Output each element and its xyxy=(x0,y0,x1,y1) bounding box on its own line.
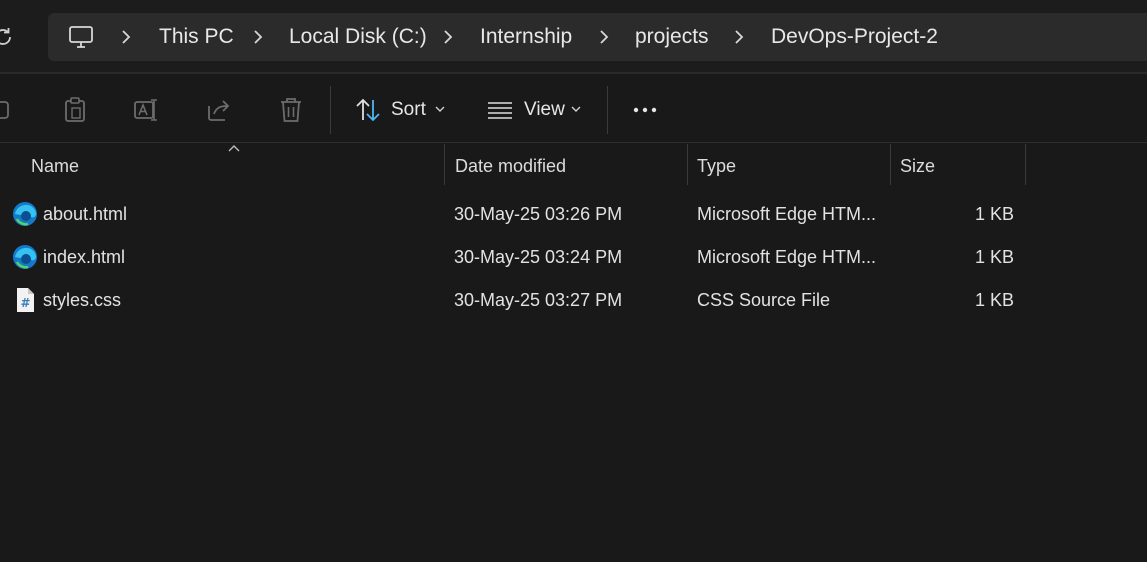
file-size: 1 KB xyxy=(974,204,1014,224)
toolbar-separator xyxy=(330,86,331,134)
more-options-icon[interactable] xyxy=(631,96,659,124)
chevron-right-icon[interactable] xyxy=(442,29,454,45)
rename-icon[interactable] xyxy=(133,96,161,124)
column-divider[interactable] xyxy=(1025,144,1026,185)
file-row[interactable]: # styles.css 30-May-25 03:27 PM CSS Sour… xyxy=(0,280,1147,320)
sort-ascending-icon xyxy=(228,145,240,152)
chevron-right-icon[interactable] xyxy=(598,29,610,45)
edge-html-icon xyxy=(13,245,37,269)
file-size: 1 KB xyxy=(974,247,1014,267)
header-top-divider xyxy=(0,142,1147,143)
chevron-right-icon[interactable] xyxy=(733,29,745,45)
address-area: This PC Local Disk (C:) Internship proje… xyxy=(0,0,1147,74)
breadcrumb-internship[interactable]: Internship xyxy=(480,24,572,50)
file-type: Microsoft Edge HTM... xyxy=(697,204,877,224)
paste-icon[interactable] xyxy=(61,96,89,124)
file-date: 30-May-25 03:27 PM xyxy=(454,290,623,310)
column-header-date[interactable]: Date modified xyxy=(455,155,566,177)
file-size: 1 KB xyxy=(974,290,1014,310)
view-list-icon xyxy=(488,102,512,119)
file-name[interactable]: index.html xyxy=(43,246,125,268)
delete-icon[interactable] xyxy=(277,96,305,124)
column-header-type[interactable]: Type xyxy=(697,155,736,177)
file-type: CSS Source File xyxy=(697,290,831,310)
copy-icon[interactable] xyxy=(0,96,14,124)
file-type: Microsoft Edge HTM... xyxy=(697,247,877,267)
breadcrumb-projects[interactable]: projects xyxy=(635,24,709,50)
file-date: 30-May-25 03:24 PM xyxy=(454,247,623,267)
chevron-down-icon xyxy=(435,106,445,112)
column-header-size[interactable]: Size xyxy=(900,155,935,177)
sort-label: Sort xyxy=(391,99,426,120)
svg-text:#: # xyxy=(20,296,30,310)
file-row[interactable]: index.html 30-May-25 03:24 PM Microsoft … xyxy=(0,237,1147,277)
refresh-icon[interactable] xyxy=(0,26,14,48)
toolbar-divider xyxy=(0,72,1147,74)
toolbar-separator xyxy=(607,86,608,134)
file-name[interactable]: styles.css xyxy=(43,289,121,311)
chevron-right-icon[interactable] xyxy=(120,29,132,45)
column-divider[interactable] xyxy=(890,144,891,185)
chevron-right-icon[interactable] xyxy=(252,29,264,45)
column-divider[interactable] xyxy=(687,144,688,185)
file-date: 30-May-25 03:26 PM xyxy=(454,204,623,224)
this-pc-icon[interactable] xyxy=(68,24,94,50)
file-name[interactable]: about.html xyxy=(43,203,127,225)
view-label: View xyxy=(524,99,565,120)
share-icon[interactable] xyxy=(205,96,233,124)
column-divider[interactable] xyxy=(444,144,445,185)
breadcrumb-this-pc[interactable]: This PC xyxy=(159,24,234,50)
column-header-name[interactable]: Name xyxy=(31,155,79,177)
edge-html-icon xyxy=(13,202,37,226)
chevron-down-icon xyxy=(571,106,581,112)
breadcrumb-local-disk[interactable]: Local Disk (C:) xyxy=(289,24,427,50)
css-file-icon: # xyxy=(17,288,34,312)
file-row[interactable]: about.html 30-May-25 03:26 PM Microsoft … xyxy=(0,194,1147,234)
breadcrumb-current-folder[interactable]: DevOps-Project-2 xyxy=(771,24,938,50)
sort-icon xyxy=(356,98,380,122)
